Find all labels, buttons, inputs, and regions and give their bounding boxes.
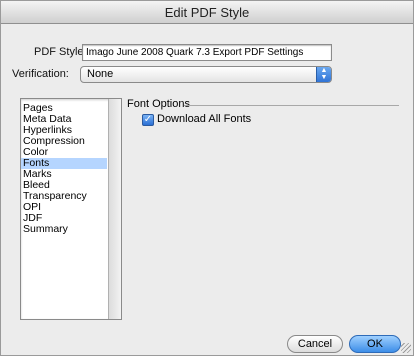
pdf-style-field[interactable]: Imago June 2008 Quark 7.3 Export PDF Set… — [82, 44, 332, 61]
window-title: Edit PDF Style — [164, 5, 250, 20]
cancel-button[interactable]: Cancel — [287, 335, 343, 353]
verification-popup[interactable]: None ▲ ▼ — [80, 66, 332, 83]
sections-list[interactable]: Pages Meta Data Hyperlinks Compression Color… — [20, 98, 122, 320]
download-all-fonts-checkbox[interactable]: ✓ — [142, 114, 154, 126]
title-bar[interactable]: Edit PDF Style — [1, 1, 413, 24]
popup-arrows-icon: ▲ ▼ — [316, 67, 331, 82]
pdf-style-label: PDF Style: — [34, 46, 87, 58]
edit-pdf-style-dialog: Edit PDF Style PDF Style: Imago June 200… — [0, 0, 414, 356]
verification-value: None — [87, 68, 114, 80]
checkmark-icon: ✓ — [143, 114, 153, 125]
list-item-summary[interactable]: Summary — [21, 224, 107, 235]
verification-label: Verification: — [12, 68, 69, 80]
resize-grip-icon[interactable] — [401, 343, 411, 353]
ok-button[interactable]: OK — [349, 335, 401, 353]
download-all-fonts-label[interactable]: Download All Fonts — [157, 113, 251, 125]
group-divider — [184, 105, 399, 106]
list-scrollbar[interactable] — [108, 99, 121, 319]
font-options-label: Font Options — [127, 98, 190, 110]
